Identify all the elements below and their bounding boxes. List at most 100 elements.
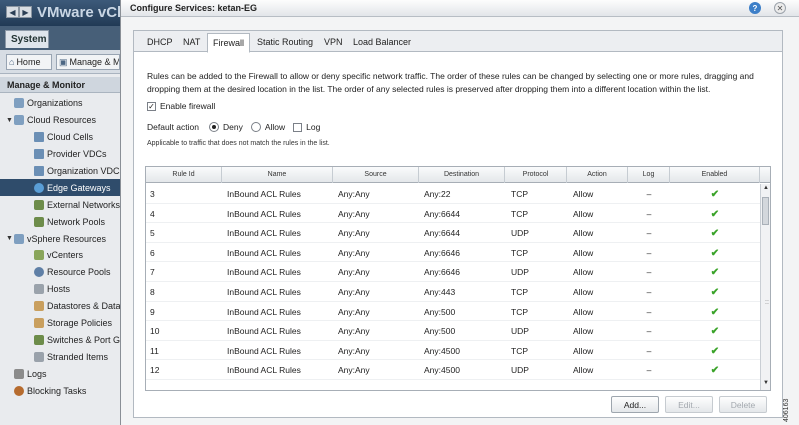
column-name[interactable]: Name [222, 167, 333, 183]
back-arrow-icon[interactable]: ◀ [6, 6, 19, 18]
sidebar-item[interactable]: Resource Pools [0, 264, 120, 281]
scroll-up-icon[interactable]: ▲ [762, 185, 770, 193]
enable-firewall-row[interactable]: ✓ Enable firewall [147, 101, 215, 111]
table-row[interactable]: 3 InBound ACL Rules Any:Any Any:22 TCP Allow –… [146, 184, 760, 204]
cell-source: Any:Any [338, 189, 370, 199]
sidebar-item[interactable]: Storage Policies [0, 315, 120, 332]
tab-nat[interactable]: NAT [183, 34, 200, 52]
tab-dhcp[interactable]: DHCP [147, 34, 173, 52]
scroll-thumb[interactable] [762, 197, 769, 225]
enable-firewall-checkbox[interactable]: ✓ [147, 101, 156, 111]
service-tabs: DHCP NAT Firewall Static Routing VPN Loa… [134, 31, 782, 53]
deny-radio[interactable] [208, 122, 219, 132]
column-action[interactable]: Action [567, 167, 628, 183]
sidebar-item[interactable]: External Networks [0, 196, 120, 213]
sidebar-item[interactable]: ▼ vSphere Resources [0, 230, 120, 247]
sidebar-item-label: Logs [27, 368, 47, 379]
column-log[interactable]: Log [628, 167, 670, 183]
sidebar-item[interactable]: Organization VDCs [0, 163, 120, 180]
tab-vpn[interactable]: VPN [324, 34, 343, 52]
sidebar-item[interactable]: Network Pools [0, 213, 120, 230]
cell-action: Allow [573, 228, 594, 239]
table-row[interactable]: 7 InBound ACL Rules Any:Any Any:6646 UDP Allo… [146, 262, 760, 282]
table-row[interactable]: 8 InBound ACL Rules Any:Any Any:443 TCP Allow… [146, 282, 760, 302]
enabled-cell: ✔ [670, 302, 760, 322]
forward-arrow-icon[interactable]: ▶ [19, 6, 32, 18]
cell-id: 9 [150, 306, 155, 317]
sidebar-item[interactable]: Datastores & Datast [0, 298, 120, 315]
sidebar-item[interactable]: Blocking Tasks [0, 382, 120, 399]
home-button[interactable]: ⌂ Home [6, 54, 52, 70]
cell-id: 3 [150, 189, 155, 199]
column-enabled[interactable]: Enabled [670, 167, 760, 183]
cell-protocol: UDP [511, 267, 529, 278]
close-icon[interactable]: ✕ [774, 2, 786, 14]
table-row[interactable]: 10 InBound ACL Rules Any:Any Any:500 UDP Allo… [146, 321, 760, 341]
help-icon[interactable]: ? [749, 2, 761, 14]
cell-source: Any:Any [338, 267, 370, 278]
column-source[interactable]: Source [333, 167, 419, 183]
enabled-cell: ✔ [670, 184, 760, 204]
sidebar-item[interactable]: ▼ Cloud Resources [0, 112, 120, 129]
cell-log: – [646, 189, 652, 199]
organization-vdcs-icon [34, 166, 44, 176]
enabled-cell: ✔ [670, 321, 760, 341]
grid-scrollbar[interactable]: ▲ ▼ [760, 184, 770, 390]
grid-header: Rule Id Name Source Destination Protocol… [146, 167, 770, 183]
sidebar-item[interactable]: Provider VDCs [0, 146, 120, 163]
enabled-cell: ✔ [670, 341, 760, 361]
table-row[interactable]: 5 InBound ACL Rules Any:Any Any:6644 UDP Allo… [146, 223, 760, 243]
sidebar-item[interactable]: Organizations [0, 95, 120, 112]
scroll-down-icon[interactable]: ▼ [762, 380, 770, 388]
log-checkbox[interactable] [293, 122, 303, 132]
table-row[interactable]: 6 InBound ACL Rules Any:Any Any:6646 TCP Allo… [146, 243, 760, 263]
cell-protocol: UDP [511, 326, 529, 337]
cell-destination: Any:6644 [424, 208, 460, 219]
cell-action: Allow [573, 287, 594, 297]
system-tab[interactable]: System [5, 30, 49, 48]
manage-label: Manage & Monitor [69, 57, 120, 67]
cell-action: Allow [573, 247, 594, 258]
add-button[interactable]: Add... [611, 396, 659, 413]
allow-radio[interactable] [250, 122, 261, 132]
table-row[interactable]: 9 InBound ACL Rules Any:Any Any:500 TCP Allow… [146, 302, 760, 322]
table-row[interactable]: 11 InBound ACL Rules Any:Any Any:4500 TCP All… [146, 341, 760, 361]
cell-id: 11 [150, 345, 159, 356]
column-rule-id[interactable]: Rule Id [146, 167, 222, 183]
sidebar-item[interactable]: Switches & Port Grou [0, 331, 120, 348]
table-row[interactable]: 4 InBound ACL Rules Any:Any Any:6644 TCP Allo… [146, 204, 760, 224]
sidebar-tree: Organizations ▼ Cloud Resources Cloud Cells… [0, 95, 120, 399]
sidebar-item[interactable]: Hosts [0, 281, 120, 298]
sidebar-item[interactable]: Logs [0, 365, 120, 382]
expander-icon[interactable]: ▼ [6, 235, 14, 242]
manage-monitor-button[interactable]: ▣ Manage & Monitor [56, 54, 120, 70]
edit-button[interactable]: Edit... [665, 396, 713, 413]
cell-log: – [646, 365, 652, 376]
column-destination[interactable]: Destination [419, 167, 505, 183]
sidebar-item-label: Storage Policies [47, 318, 113, 329]
dialog-title-bar: Configure Services: ketan-EG ? ✕ [121, 0, 799, 17]
expander-icon[interactable]: ▼ [6, 117, 14, 124]
table-row[interactable]: 12 InBound ACL Rules Any:Any Any:4500 UDP All… [146, 360, 760, 380]
sidebar-item[interactable]: vCenters [0, 247, 120, 264]
tab-static-routing[interactable]: Static Routing [257, 34, 313, 52]
cell-destination: Any:6646 [424, 267, 460, 278]
sidebar-item[interactable]: Cloud Cells [0, 129, 120, 146]
sidebar-item-label: Cloud Cells [47, 132, 94, 143]
tab-firewall[interactable]: Firewall [207, 33, 251, 53]
logs-icon [14, 368, 24, 379]
organizations-icon [14, 98, 24, 109]
column-protocol[interactable]: Protocol [505, 167, 567, 183]
cell-id: 6 [150, 247, 155, 258]
cell-name: InBound ACL Rules [227, 208, 301, 219]
enabled-check-icon: ✔ [710, 365, 720, 377]
cell-source: Any:Any [338, 208, 370, 219]
sidebar-item[interactable]: Edge Gateways [0, 179, 120, 197]
cell-protocol: TCP [511, 345, 528, 356]
deny-label: Deny [222, 122, 243, 132]
default-action-label: Default action [147, 122, 199, 132]
network-pools-icon [34, 216, 44, 227]
tab-load-balancer[interactable]: Load Balancer [353, 34, 411, 52]
sidebar-item[interactable]: Stranded Items [0, 348, 120, 365]
delete-button[interactable]: Delete [719, 396, 767, 413]
